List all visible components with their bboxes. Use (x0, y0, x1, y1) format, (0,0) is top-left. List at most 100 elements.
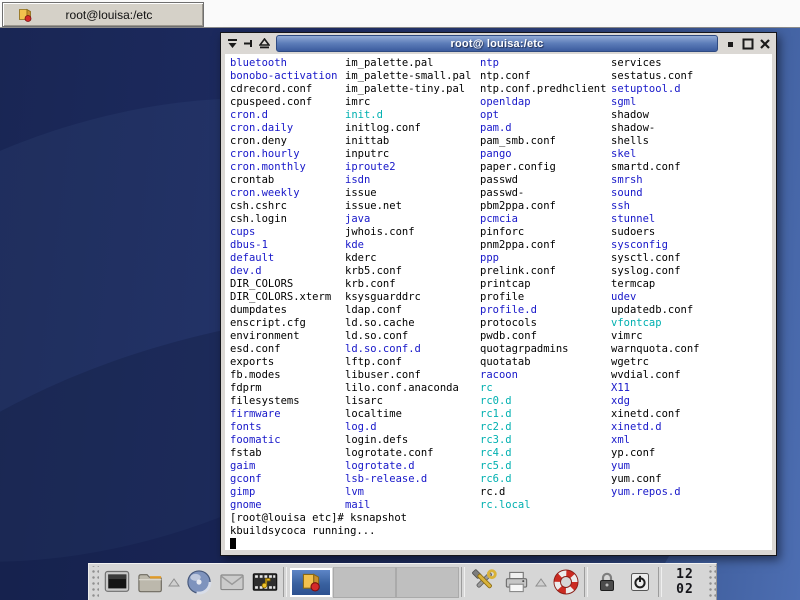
listing-column-3: ntpntp.confntp.conf.predhclientopenldapo… (480, 57, 611, 512)
sticky-pin-icon[interactable] (242, 37, 255, 51)
home-folder-button[interactable] (133, 566, 166, 599)
file-entry: isdn (345, 174, 480, 187)
help-lifering-icon (552, 568, 580, 596)
file-entry: termcap (611, 278, 772, 291)
file-entry: ppp (480, 252, 611, 265)
file-entry: lisarc (345, 395, 480, 408)
file-entry: xinetd.conf (611, 408, 772, 421)
shade-icon[interactable] (258, 37, 271, 51)
file-entry: lsb-release.d (345, 473, 480, 486)
file-entry: dev.d (230, 265, 345, 278)
taskbar-active-task[interactable] (290, 568, 332, 597)
lock-icon (595, 569, 619, 595)
panel-separator (584, 567, 588, 597)
titlebar-title-area[interactable]: root@ louisa:/etc (276, 35, 718, 52)
window-menu-icon[interactable] (226, 37, 239, 51)
logout-button[interactable] (623, 566, 656, 599)
file-entry: passwd (480, 174, 611, 187)
file-entry: rc4.d (480, 447, 611, 460)
lock-session-button[interactable] (590, 566, 623, 599)
file-entry: ntp.conf (480, 70, 611, 83)
file-entry: issue (345, 187, 480, 200)
file-entry: services (611, 57, 772, 70)
file-entry: ldap.conf (345, 304, 480, 317)
terminal-launcher-button[interactable] (100, 566, 133, 599)
file-listing: bluetoothbonobo-activationcdrecord.confc… (230, 57, 772, 512)
file-entry: rc1.d (480, 408, 611, 421)
up-arrow-icon (535, 577, 547, 587)
file-entry: mail (345, 499, 480, 512)
globe-icon (185, 568, 213, 596)
window-list-label: root@louisa:/etc (33, 8, 203, 22)
desktop: root@louisa:/etc root@ louisa:/etc (0, 0, 800, 600)
file-entry: pam_smb.conf (480, 135, 611, 148)
file-entry: passwd- (480, 187, 611, 200)
file-entry: cron.hourly (230, 148, 345, 161)
web-browser-button[interactable] (182, 566, 215, 599)
file-entry: cpuspeed.conf (230, 96, 345, 109)
close-icon[interactable] (758, 37, 771, 51)
file-entry: logrotate.d (345, 460, 480, 473)
file-entry: issue.net (345, 200, 480, 213)
file-entry: smrsh (611, 174, 772, 187)
file-entry: sysctl.conf (611, 252, 772, 265)
file-entry: rc (480, 382, 611, 395)
titlebar[interactable]: root@ louisa:/etc (221, 33, 776, 53)
settings-tools-button[interactable] (467, 566, 500, 599)
email-button[interactable] (215, 566, 248, 599)
file-entry: prelink.conf (480, 265, 611, 278)
file-entry: rc.local (480, 499, 611, 512)
file-entry: filesystems (230, 395, 345, 408)
file-entry: krb5.conf (345, 265, 480, 278)
print-manager-button[interactable] (500, 566, 533, 599)
window-title: root@ louisa:/etc (451, 38, 544, 50)
file-entry: xinetd.d (611, 421, 772, 434)
file-entry: stunnel (611, 213, 772, 226)
file-entry: kderc (345, 252, 480, 265)
file-entry: yum.repos.d (611, 486, 772, 499)
file-entry: rc6.d (480, 473, 611, 486)
multimedia-button[interactable] (248, 566, 281, 599)
panel-handle[interactable] (90, 566, 99, 599)
panel-separator (658, 567, 662, 597)
tray-expand-arrow-button[interactable] (533, 566, 549, 599)
file-entry: initlog.conf (345, 122, 480, 135)
file-entry: yum (611, 460, 772, 473)
panel-clock[interactable]: 12 02 (664, 567, 706, 597)
expand-arrow-button[interactable] (166, 566, 182, 599)
file-entry: quotatab (480, 356, 611, 369)
file-entry: ntp (480, 57, 611, 70)
file-entry: rc0.d (480, 395, 611, 408)
file-entry: imrc (345, 96, 480, 109)
file-entry: quotagrpadmins (480, 343, 611, 356)
file-entry: krb.conf (345, 278, 480, 291)
file-entry: protocols (480, 317, 611, 330)
terminal-cursor (230, 538, 236, 549)
help-button[interactable] (549, 566, 582, 599)
terminal-icon (103, 569, 131, 595)
file-entry: csh.login (230, 213, 345, 226)
file-entry: fstab (230, 447, 345, 460)
file-entry: init.d (345, 109, 480, 122)
mail-icon (218, 570, 246, 594)
maximize-icon[interactable] (741, 37, 754, 51)
taskbar-empty-slot (396, 567, 459, 598)
file-entry: csh.cshrc (230, 200, 345, 213)
window-list-button[interactable]: root@louisa:/etc (2, 2, 204, 27)
file-entry: cups (230, 226, 345, 239)
file-entry: cron.daily (230, 122, 345, 135)
window-list-bar: root@louisa:/etc (0, 0, 800, 28)
tools-icon (470, 568, 498, 596)
file-entry: ld.so.cache (345, 317, 480, 330)
panel-handle[interactable] (707, 566, 716, 599)
file-entry: kde (345, 239, 480, 252)
minimize-icon[interactable] (724, 37, 737, 51)
file-entry: yp.conf (611, 447, 772, 460)
file-entry: gconf (230, 473, 345, 486)
file-entry: pnm2ppa.conf (480, 239, 611, 252)
file-entry: shadow- (611, 122, 772, 135)
file-entry: sgml (611, 96, 772, 109)
file-entry: crontab (230, 174, 345, 187)
file-entry: im_palette.pal (345, 57, 480, 70)
terminal-screen[interactable]: bluetoothbonobo-activationcdrecord.confc… (225, 54, 772, 550)
